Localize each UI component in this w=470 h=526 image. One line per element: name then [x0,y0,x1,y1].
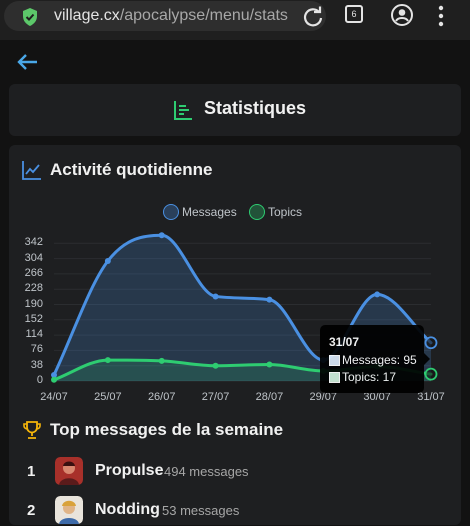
url-domain: village.cx [54,7,120,24]
top-rank: 1 [27,463,36,480]
top-username[interactable]: Nodding [95,501,160,519]
y-tick-label: 114 [25,328,43,341]
tooltip-value-messages: Messages: 95 [342,353,417,367]
y-tick-label: 152 [24,312,43,325]
tooltip-title: 31/07 [329,335,360,349]
legend-label-topics: Topics [268,205,303,219]
tooltip-caret [424,353,430,365]
x-tick-label: 24/07 [40,391,68,403]
y-tick-label: 0 [36,374,43,386]
tooltip-swatch-topics [329,372,340,383]
menu-kebab-icon[interactable] [437,4,445,28]
y-tick-label: 266 [24,266,43,279]
top-messages-heading: Top messages de la semaine [50,420,284,439]
avatar[interactable] [55,496,83,524]
activity-heading: Activité quotidienne [50,160,213,179]
line-chart-icon [22,161,41,180]
top-message-count: 53 messages [162,503,240,518]
avatar[interactable] [55,457,83,485]
top-username[interactable]: Propulse [95,462,163,480]
y-tick-label: 228 [24,282,43,295]
y-tick-label: 76 [30,343,43,356]
top-list-item[interactable]: 1 Propulse 494 messages [0,457,470,487]
trophy-icon [23,421,41,439]
x-tick-label: 26/07 [147,391,176,403]
tooltip-row-topics: Topics: 17 [329,370,396,384]
address-bar[interactable]: village.cx/apocalypse/menu/stats [4,1,326,31]
tooltip-value-topics: Topics: 17 [342,370,397,384]
top-list-item[interactable]: 2 Nodding 53 messages [0,496,470,526]
page-title-card: Statistiques [9,84,461,136]
top-rank: 2 [27,502,36,519]
legend-label-messages: Messages [182,205,237,219]
stats-list-icon [174,101,192,120]
x-tick-label: 27/07 [201,391,230,403]
y-tick-label: 342 [24,236,43,249]
reload-icon[interactable] [301,5,325,29]
tooltip-swatch-messages [329,355,340,366]
tab-switcher-button[interactable]: 6 [345,5,363,23]
x-tick-label: 28/07 [255,391,284,403]
browser-toolbar: village.cx/apocalypse/menu/stats 6 [0,0,470,40]
back-arrow-icon[interactable] [16,50,40,74]
chart-tooltip: 31/07 Messages: 95 Topics: 17 [320,325,430,393]
page-title: Statistiques [204,98,307,118]
legend-item-messages[interactable]: Messages [163,204,237,222]
legend-swatch-messages [163,204,179,220]
y-tick-label: 38 [30,358,43,371]
account-icon[interactable] [390,3,414,27]
url-path: /apocalypse/menu/stats [119,7,288,24]
legend-item-topics[interactable]: Topics [249,204,302,222]
x-tick-label: 25/07 [94,391,122,403]
y-tick-label: 304 [24,251,43,264]
url-text[interactable]: village.cx/apocalypse/menu/stats [54,7,288,25]
y-tick-label: 190 [24,297,43,310]
legend-swatch-topics [249,204,265,220]
secure-shield-icon[interactable] [21,7,39,27]
tooltip-row-messages: Messages: 95 [329,353,417,367]
top-message-count: 494 messages [164,464,249,479]
